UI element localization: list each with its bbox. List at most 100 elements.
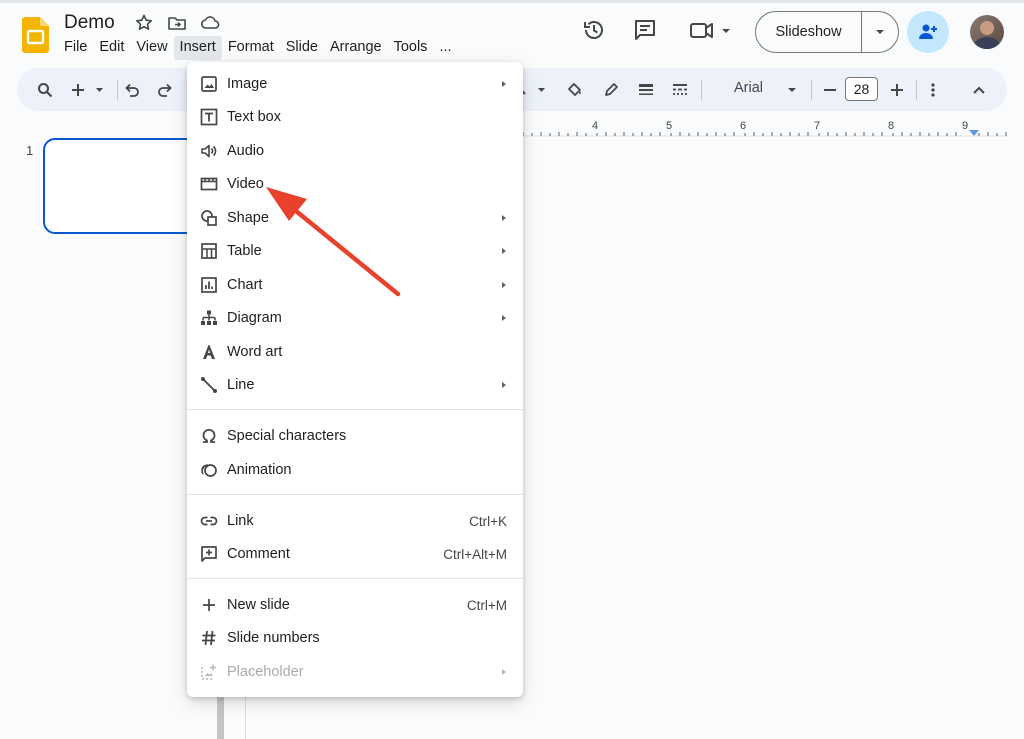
border-dash-button[interactable] xyxy=(668,68,692,111)
submenu-arrow-icon xyxy=(502,248,506,254)
redo-icon xyxy=(158,83,172,97)
slideshow-options-button[interactable] xyxy=(862,12,898,52)
slideshow-group: Slideshow xyxy=(755,11,899,53)
slideshow-button[interactable]: Slideshow xyxy=(756,12,862,52)
chevron-up-icon xyxy=(973,86,985,94)
menu-tools[interactable]: Tools xyxy=(388,36,434,60)
comment-add-icon xyxy=(201,546,217,562)
meet-icon[interactable] xyxy=(688,17,732,43)
omega-icon xyxy=(202,428,216,443)
menu-item-label: Chart xyxy=(227,277,263,293)
image-icon xyxy=(201,76,217,92)
fill-color-button[interactable] xyxy=(563,68,587,111)
ruler-label: 6 xyxy=(740,120,747,132)
shape-icon xyxy=(201,210,217,226)
menu-item-animation[interactable]: Animation xyxy=(187,453,523,487)
menu-item-label: New slide xyxy=(227,597,290,613)
menu-item-label: Special characters xyxy=(227,428,347,444)
increase-font-size-button[interactable] xyxy=(887,68,907,111)
redo-button[interactable] xyxy=(155,68,175,111)
menu-arrange[interactable]: Arrange xyxy=(324,36,388,60)
menu-item-new-slide[interactable]: New slide Ctrl+M xyxy=(187,588,523,622)
menu-item-audio[interactable]: Audio xyxy=(187,134,523,168)
submenu-arrow-icon xyxy=(502,215,506,221)
search-menus-button[interactable] xyxy=(33,68,57,111)
menu-item-label: Image xyxy=(227,76,268,92)
menu-item-video[interactable]: Video xyxy=(187,167,523,201)
menu-item-slide-numbers[interactable]: Slide numbers xyxy=(187,621,523,655)
menu-file[interactable]: File xyxy=(58,36,93,60)
menu-view[interactable]: View xyxy=(130,36,173,60)
user-photo xyxy=(973,21,1001,49)
word-art-icon xyxy=(203,345,215,359)
border-weight-button[interactable] xyxy=(634,68,658,111)
cloud-saved-icon[interactable] xyxy=(200,13,220,33)
ruler-label: 4 xyxy=(592,120,599,132)
menu-item-label: Diagram xyxy=(227,310,282,326)
border-dash-icon xyxy=(673,83,687,95)
line-icon xyxy=(201,377,217,393)
toolbar-divider xyxy=(916,80,917,100)
menu-item-chart[interactable]: Chart xyxy=(187,268,523,302)
menu-item-label: Table xyxy=(227,243,262,259)
undo-icon xyxy=(125,83,139,97)
menu-item-label: Word art xyxy=(227,344,283,360)
font-family-select[interactable]: Arial xyxy=(734,80,763,96)
menu-item-special-characters[interactable]: Special characters xyxy=(187,419,523,453)
text-box-icon xyxy=(200,108,218,126)
decrease-font-size-button[interactable] xyxy=(820,68,840,111)
version-history-icon[interactable] xyxy=(581,17,607,43)
video-icon xyxy=(200,177,218,191)
document-title[interactable]: Demo xyxy=(64,12,115,34)
slides-logo-icon[interactable] xyxy=(22,17,49,53)
more-options-button[interactable] xyxy=(923,68,943,111)
menu-insert[interactable]: Insert xyxy=(173,36,222,60)
toolbar-divider xyxy=(117,80,118,100)
search-icon xyxy=(38,82,53,97)
submenu-arrow-icon xyxy=(502,81,506,87)
submenu-arrow-icon xyxy=(502,315,506,321)
menu-item-shape[interactable]: Shape xyxy=(187,201,523,235)
star-icon[interactable] xyxy=(134,13,154,33)
menu-item-placeholder[interactable]: Placeholder xyxy=(187,655,523,689)
chevron-down-icon[interactable] xyxy=(787,87,797,93)
undo-button[interactable] xyxy=(122,68,142,111)
menu-item-word-art[interactable]: Word art xyxy=(187,335,523,369)
menu-divider xyxy=(187,409,523,410)
border-color-button[interactable] xyxy=(599,68,623,111)
audio-icon xyxy=(201,144,217,158)
menu-divider xyxy=(187,494,523,495)
ruler-label: 5 xyxy=(666,120,673,132)
ruler-label: 8 xyxy=(888,120,895,132)
menu-item-link[interactable]: Link Ctrl+K xyxy=(187,504,523,538)
menu-item-image[interactable]: Image xyxy=(187,67,523,101)
toolbar-divider xyxy=(701,80,702,100)
font-size-input[interactable]: 28 xyxy=(845,77,878,101)
menu-slide[interactable]: Slide xyxy=(280,36,324,60)
menu-item-comment[interactable]: Comment Ctrl+Alt+M xyxy=(187,537,523,571)
menu-edit[interactable]: Edit xyxy=(93,36,130,60)
menu-item-diagram[interactable]: Diagram xyxy=(187,301,523,335)
comments-icon[interactable] xyxy=(632,17,658,43)
menu-item-label: Animation xyxy=(227,462,292,478)
menu-format[interactable]: Format xyxy=(222,36,280,60)
more-vert-icon xyxy=(931,82,935,97)
menu-bar: File Edit View Insert Format Slide Arran… xyxy=(58,36,458,60)
plus-dropdown-icon xyxy=(72,83,103,96)
toolbar-divider xyxy=(811,80,812,100)
placeholder-icon xyxy=(201,664,216,680)
new-slide-button[interactable] xyxy=(69,68,107,111)
menu-item-table[interactable]: Table xyxy=(187,234,523,268)
move-folder-icon[interactable] xyxy=(167,13,187,33)
share-button[interactable] xyxy=(907,11,949,53)
menu-item-label: Line xyxy=(227,377,255,393)
menu-more[interactable]: ... xyxy=(433,36,457,60)
avatar[interactable] xyxy=(970,15,1004,49)
menu-item-text-box[interactable]: Text box xyxy=(187,100,523,134)
filmstrip-scrollbar[interactable] xyxy=(217,690,224,739)
hash-icon xyxy=(202,630,216,646)
add-person-icon xyxy=(919,24,937,39)
collapse-toolbar-button[interactable] xyxy=(969,68,989,111)
plus-icon xyxy=(891,83,903,96)
menu-item-line[interactable]: Line xyxy=(187,368,523,402)
